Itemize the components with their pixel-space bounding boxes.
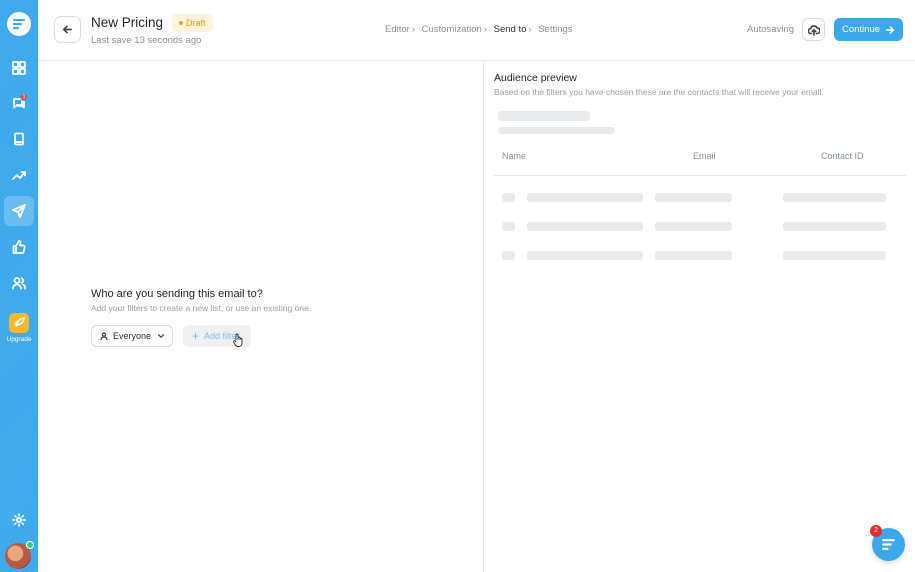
trend-icon xyxy=(12,171,26,180)
plus-icon: + xyxy=(192,329,200,343)
rocket-icon xyxy=(9,313,29,333)
send-icon xyxy=(12,204,26,218)
upload-button[interactable] xyxy=(802,18,825,41)
breadcrumb-editor[interactable]: Editor xyxy=(385,24,410,35)
breadcrumb: Editor › Customization › Send to › Settings xyxy=(385,24,573,35)
audience-subtitle: Add your filters to create a new list, o… xyxy=(91,303,312,313)
avatar[interactable] xyxy=(5,541,34,569)
chat-logo-icon xyxy=(882,539,895,550)
grid-icon xyxy=(12,61,26,75)
page-title: New Pricing xyxy=(91,15,164,30)
draft-dot xyxy=(179,20,183,25)
skeleton-cell xyxy=(527,222,643,231)
skeleton-cell xyxy=(655,222,732,231)
online-status-dot xyxy=(26,541,34,549)
chat-unread-badge: 2 xyxy=(870,525,882,537)
hand-cursor-icon xyxy=(233,333,243,347)
book-icon xyxy=(14,132,24,146)
skeleton-cell xyxy=(655,251,732,260)
table-header-divider xyxy=(494,175,906,176)
skeleton-cell xyxy=(502,193,515,202)
skeleton-cell xyxy=(655,193,732,202)
thumbs-up-icon xyxy=(12,240,26,254)
user-icon xyxy=(100,332,108,340)
gear-icon xyxy=(12,513,26,527)
breadcrumb-settings[interactable]: Settings xyxy=(538,24,572,35)
back-button[interactable] xyxy=(54,16,81,43)
page-header: New Pricing Draft Last save 13 seconds a… xyxy=(38,0,915,61)
arrow-right-icon xyxy=(885,25,895,34)
continue-button[interactable]: Continue xyxy=(834,18,903,41)
column-header-contact-id: Contact ID xyxy=(821,151,864,161)
column-header-email: Email xyxy=(693,151,716,161)
audience-select[interactable]: Everyone xyxy=(91,325,173,347)
upgrade-button[interactable]: Upgrade xyxy=(0,313,38,343)
autosave-status: Autosaving xyxy=(747,24,795,35)
audience-question: Who are you sending this email to? xyxy=(91,288,263,300)
status-badge-label: Draft xyxy=(186,18,206,28)
preview-title: Audience preview xyxy=(494,72,577,84)
audience-select-value: Everyone xyxy=(113,331,152,341)
skeleton-cell xyxy=(527,251,643,260)
sidebar-item-dashboard[interactable] xyxy=(4,53,34,83)
users-icon xyxy=(12,277,26,290)
sidebar-item-campaigns[interactable] xyxy=(4,196,34,226)
skeleton-cell xyxy=(502,222,515,231)
column-header-name: Name xyxy=(502,151,527,161)
skeleton-cell xyxy=(783,222,886,231)
chevron-right-icon: › xyxy=(483,24,488,35)
sidebar-item-conversations[interactable]: 1 xyxy=(4,88,34,118)
app-logo[interactable] xyxy=(7,12,31,36)
skeleton-count xyxy=(498,111,590,121)
preview-subtitle: Based on the filters you have chosen the… xyxy=(494,87,824,97)
sidebar-item-reports[interactable] xyxy=(4,160,34,190)
arrow-left-icon xyxy=(63,25,72,34)
continue-label: Continue xyxy=(841,24,881,35)
sidebar-item-feedback[interactable] xyxy=(4,232,34,262)
breadcrumb-send-to[interactable]: Send to xyxy=(494,24,527,35)
upgrade-label: Upgrade xyxy=(6,336,32,343)
sidebar: 1 Upgrade xyxy=(0,0,38,572)
sidebar-item-contacts[interactable] xyxy=(4,268,34,298)
skeleton-cell xyxy=(502,251,515,260)
notification-badge: 1 xyxy=(20,93,28,101)
logo-icon xyxy=(13,19,25,29)
breadcrumb-customization[interactable]: Customization xyxy=(422,24,482,35)
last-save-text: Last save 13 seconds ago xyxy=(91,35,202,46)
skeleton-cell xyxy=(783,193,886,202)
status-badge: Draft xyxy=(172,14,213,32)
chevron-right-icon: › xyxy=(411,24,415,35)
sidebar-item-settings[interactable] xyxy=(4,505,34,535)
sidebar-item-knowledge-base[interactable] xyxy=(4,124,34,154)
app-root: 1 Upgrade New Pricing Draft Last save 13… xyxy=(0,0,915,572)
panel-divider xyxy=(483,61,484,572)
cloud-upload-icon xyxy=(807,24,820,36)
chevron-right-icon: › xyxy=(528,24,532,35)
skeleton-cell xyxy=(527,193,643,202)
chevron-down-icon xyxy=(157,334,165,338)
skeleton-summary xyxy=(498,127,615,134)
skeleton-cell xyxy=(783,251,886,260)
